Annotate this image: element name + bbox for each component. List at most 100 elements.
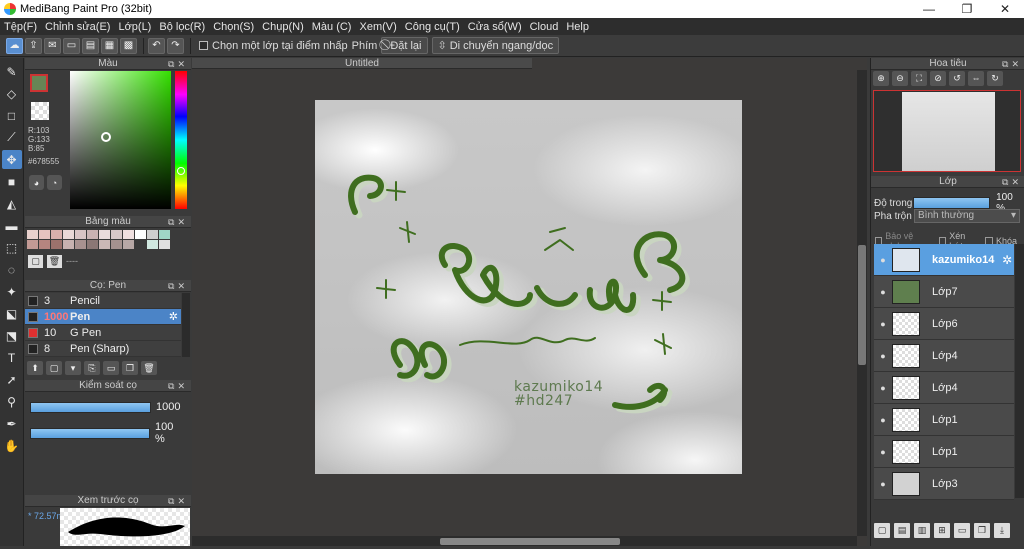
maximize-button[interactable]: ❐ (948, 0, 986, 18)
fill-rect-tool-icon[interactable]: ■ (2, 172, 22, 191)
layer-folder-icon[interactable]: ▭ (954, 523, 970, 538)
comment-icon[interactable]: ✉ (44, 37, 61, 54)
palette-swatch[interactable] (99, 240, 110, 249)
brush-menu-icon[interactable]: ▾ (65, 361, 81, 375)
new-layer-icon[interactable]: ▢ (874, 523, 890, 538)
chat-icon[interactable]: ▭ (63, 37, 80, 54)
palette-swatch[interactable] (63, 230, 74, 239)
brush-list-scrollbar[interactable] (182, 293, 190, 357)
palette-swatch[interactable] (51, 230, 62, 239)
menu-edit[interactable]: Chỉnh sửa(E) (45, 21, 110, 33)
flip-icon[interactable]: ⇔ (968, 71, 984, 86)
visibility-eye-icon[interactable]: ● (874, 447, 892, 457)
page-icon[interactable]: ▤ (82, 37, 99, 54)
lasso-tool-icon[interactable]: ◌ (2, 260, 22, 279)
select-rect-tool-icon[interactable]: ⬚ (2, 238, 22, 257)
layer-row[interactable]: ● Lớp6 (874, 308, 1014, 340)
zoom-in-icon[interactable]: ⊕ (873, 71, 889, 86)
color-mode-icon[interactable]: ◔ (47, 175, 62, 190)
select-layer-checkbox[interactable]: Chọn một lớp tại điểm nhấp (199, 40, 348, 52)
visibility-eye-icon[interactable]: ● (874, 255, 892, 265)
rotate-left-icon[interactable]: ↺ (949, 71, 965, 86)
palette-swatch[interactable] (123, 240, 134, 249)
layer-row[interactable]: ● Lớp4 (874, 340, 1014, 372)
panel-controls-icon[interactable]: ⧉✕ (168, 216, 188, 228)
duplicate-icon[interactable]: ❐ (122, 361, 138, 375)
duplicate-layer-icon[interactable]: ❐ (974, 523, 990, 538)
grid-icon[interactable]: ▩ (120, 37, 137, 54)
menu-select[interactable]: Chọn(S) (213, 21, 254, 33)
layer-settings-gear-icon[interactable]: ✲ (1002, 253, 1012, 267)
palette-swatch[interactable] (87, 230, 98, 239)
new-palette-icon[interactable]: ▢ (28, 255, 43, 268)
menu-tools[interactable]: Công cụ(T) (405, 21, 460, 33)
palette-swatch[interactable] (51, 240, 62, 249)
palette-swatch[interactable] (27, 230, 38, 239)
add-brush-icon[interactable]: ⬆ (27, 361, 43, 375)
layer-row[interactable]: ● Lớp3 (874, 468, 1014, 500)
select-eraser-tool-icon[interactable]: ⬔ (2, 326, 22, 345)
canvas-vertical-scrollbar[interactable] (857, 70, 867, 536)
panel-controls-icon[interactable]: ⧉✕ (168, 280, 188, 292)
delete-brush-icon[interactable]: 🗑 (141, 361, 157, 375)
palette-swatch[interactable] (39, 230, 50, 239)
brush-item-pen[interactable]: 1000 Pen ✲ (25, 309, 181, 325)
menu-filter[interactable]: Bộ lọc(R) (159, 21, 205, 33)
gradient-tool-icon[interactable]: ▬ (2, 216, 22, 235)
eyedropper-tool-icon[interactable]: ⚲ (2, 392, 22, 411)
menu-file[interactable]: Tệp(F) (4, 21, 37, 33)
menu-help[interactable]: Help (566, 21, 589, 33)
zoom-out-icon[interactable]: ⊖ (892, 71, 908, 86)
menu-color[interactable]: Màu (C) (312, 21, 352, 33)
undo-icon[interactable]: ↶ (148, 37, 165, 54)
new-brush-icon[interactable]: ▢ (46, 361, 62, 375)
menu-window[interactable]: Cửa sổ(W) (468, 21, 522, 33)
bucket-tool-icon[interactable]: ◭ (2, 194, 22, 213)
brush-opacity-slider[interactable] (30, 427, 151, 439)
horizontal-scroll-thumb[interactable] (440, 538, 620, 545)
palette-swatch[interactable] (159, 230, 170, 239)
brush-item-pen-sharp[interactable]: 8 Pen (Sharp) (25, 341, 181, 357)
hand-tool-icon[interactable]: ✋ (2, 436, 22, 455)
operation-tool-icon[interactable]: ➚ (2, 370, 22, 389)
document-tab[interactable]: Untitled (192, 58, 532, 69)
panel-controls-icon[interactable]: ⧉✕ (1002, 58, 1022, 70)
menu-view[interactable]: Xem(V) (359, 21, 396, 33)
palette-swatch[interactable] (87, 240, 98, 249)
redo-icon[interactable]: ↷ (167, 37, 184, 54)
hue-cursor[interactable] (177, 167, 185, 175)
menu-snap[interactable]: Chụp(N) (262, 21, 304, 33)
sv-cursor[interactable] (101, 132, 111, 142)
dropper-tool-icon[interactable]: ✒ (2, 414, 22, 433)
brush-tool-icon[interactable]: ✎ (2, 62, 22, 81)
palette-swatch[interactable] (75, 240, 86, 249)
panel-controls-icon[interactable]: ⧉✕ (168, 495, 188, 507)
palette-swatch[interactable] (27, 240, 38, 249)
panel-controls-icon[interactable]: ⧉✕ (168, 380, 188, 392)
canvas-horizontal-scrollbar[interactable] (192, 536, 857, 546)
copy-brush-icon[interactable]: ⎘ (84, 361, 100, 375)
menu-layer[interactable]: Lớp(L) (118, 21, 151, 33)
hue-slider[interactable] (175, 71, 187, 209)
visibility-eye-icon[interactable]: ● (874, 351, 892, 361)
panel-controls-icon[interactable]: ⧉✕ (1002, 176, 1022, 188)
menu-cloud[interactable]: Cloud (530, 21, 559, 33)
select-pen-tool-icon[interactable]: ⬕ (2, 304, 22, 323)
saturation-value-picker[interactable] (70, 71, 171, 209)
actual-size-icon[interactable]: ⊘ (930, 71, 946, 86)
layer-row[interactable]: ● Lớp7 (874, 276, 1014, 308)
layer-opacity-slider[interactable] (913, 197, 991, 209)
minimize-button[interactable]: — (910, 0, 948, 18)
brush-size-slider[interactable] (30, 401, 151, 413)
folder-icon[interactable]: ▭ (103, 361, 119, 375)
delete-palette-icon[interactable]: 🗑 (47, 255, 62, 268)
artboard[interactable]: kazumiko14 #hd247 (315, 100, 742, 474)
close-button[interactable]: ✕ (986, 0, 1024, 18)
rectangle-tool-icon[interactable]: □ (2, 106, 22, 125)
primary-color-swatch[interactable] (30, 74, 48, 92)
palette-swatch[interactable] (123, 230, 134, 239)
layer-row[interactable]: ● Lớp1 (874, 436, 1014, 468)
merge-layer-icon[interactable]: ⤓ (994, 523, 1010, 538)
rotate-right-icon[interactable]: ↻ (987, 71, 1003, 86)
palette-swatch[interactable] (63, 240, 74, 249)
